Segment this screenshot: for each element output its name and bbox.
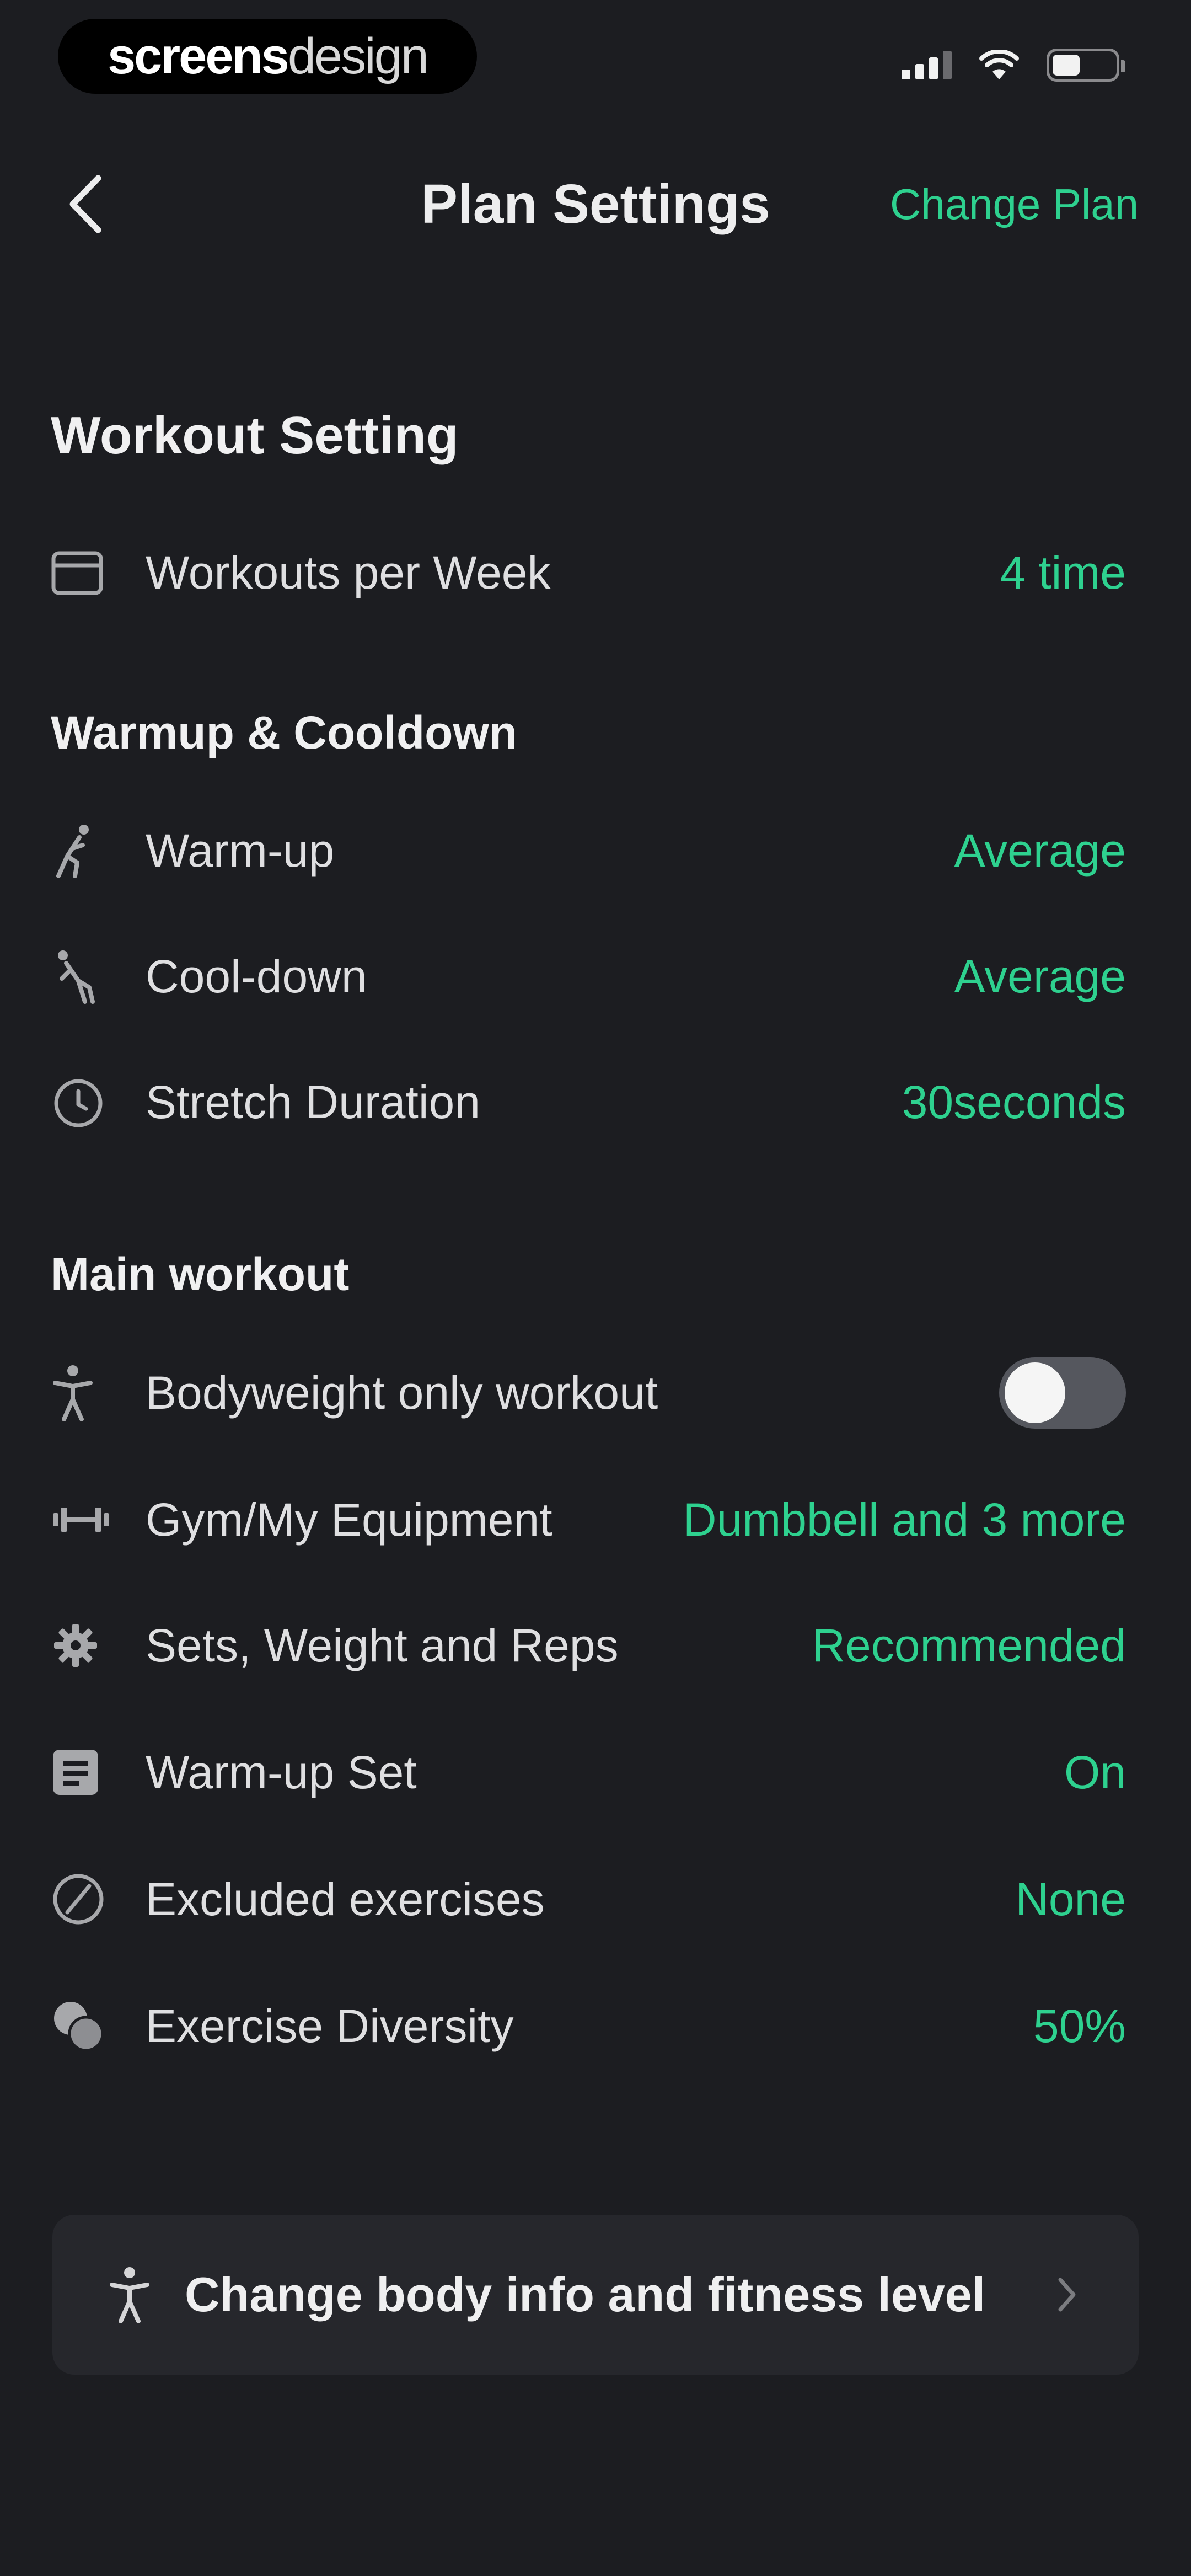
toggle-knob	[1005, 1362, 1065, 1423]
status-icons	[902, 49, 1125, 82]
cooldown-figure-icon	[51, 946, 111, 1007]
wifi-icon	[979, 50, 1019, 81]
row-exercise-diversity[interactable]: Exercise Diversity 50%	[51, 1971, 1126, 2081]
row-value: None	[1015, 1873, 1126, 1925]
section-title-main-workout: Main workout	[51, 1248, 350, 1300]
brand-watermark: screens design	[58, 19, 477, 94]
timer-icon	[51, 1072, 111, 1132]
row-stretch-duration[interactable]: Stretch Duration 30seconds	[51, 1047, 1126, 1157]
row-label: Bodyweight only workout	[146, 1366, 658, 1419]
row-value: Average	[954, 950, 1126, 1002]
section-title-workout-setting: Workout Setting	[51, 406, 459, 465]
row-value: 50%	[1033, 2000, 1126, 2052]
block-icon	[51, 1869, 111, 1930]
row-value: Recommended	[812, 1619, 1126, 1671]
row-warm-up-set[interactable]: Warm-up Set On	[51, 1717, 1126, 1827]
brand-bold-text: screens	[108, 28, 289, 84]
change-body-info-button[interactable]: Change body info and fitness level	[52, 2215, 1139, 2375]
nav-bar: Plan Settings Change Plan	[0, 149, 1191, 259]
gear-icon	[51, 1615, 111, 1676]
row-excluded-exercises[interactable]: Excluded exercises None	[51, 1844, 1126, 1954]
person-icon	[108, 2264, 163, 2325]
row-value: Average	[954, 824, 1126, 877]
warmup-set-icon	[51, 1742, 111, 1803]
signal-icon	[902, 51, 952, 79]
row-workouts-per-week[interactable]: Workouts per Week 4 time	[51, 517, 1126, 628]
back-button[interactable]	[52, 171, 119, 237]
row-sets-weight-reps[interactable]: Sets, Weight and Reps Recommended	[51, 1590, 1126, 1701]
bodyweight-toggle[interactable]	[999, 1357, 1126, 1429]
row-value: On	[1064, 1746, 1126, 1798]
battery-icon	[1047, 49, 1125, 82]
change-plan-button[interactable]: Change Plan	[890, 149, 1139, 259]
person-icon	[51, 1362, 111, 1423]
row-label: Warm-up Set	[146, 1746, 417, 1798]
row-label: Stretch Duration	[146, 1076, 480, 1128]
row-label: Cool-down	[146, 950, 367, 1002]
row-value: Dumbbell and 3 more	[683, 1493, 1126, 1546]
row-value: 30seconds	[902, 1076, 1126, 1128]
section-title-warmup-cooldown: Warmup & Cooldown	[51, 707, 518, 758]
status-bar: screens design	[0, 0, 1191, 127]
row-bodyweight-only[interactable]: Bodyweight only workout	[51, 1338, 1126, 1448]
row-label: Warm-up	[146, 824, 335, 877]
row-label: Workouts per Week	[146, 546, 551, 598]
row-label: Sets, Weight and Reps	[146, 1619, 619, 1671]
row-warm-up[interactable]: Warm-up Average	[51, 795, 1126, 906]
row-cool-down[interactable]: Cool-down Average	[51, 921, 1126, 1032]
calendar-icon	[51, 542, 111, 603]
row-value: 4 time	[1000, 546, 1126, 598]
row-gym-equipment[interactable]: Gym/My Equipment Dumbbell and 3 more	[51, 1465, 1126, 1575]
dumbbell-icon	[51, 1489, 111, 1550]
chevron-right-icon	[1056, 2275, 1078, 2314]
change-body-info-label: Change body info and fitness level	[185, 2267, 986, 2322]
chevron-left-icon	[69, 175, 101, 233]
brand-light-text: design	[287, 28, 429, 84]
row-label: Excluded exercises	[146, 1873, 545, 1925]
warmup-figure-icon	[51, 820, 111, 881]
diversity-icon	[51, 1996, 111, 2056]
row-label: Exercise Diversity	[146, 2000, 514, 2052]
row-label: Gym/My Equipment	[146, 1493, 552, 1546]
